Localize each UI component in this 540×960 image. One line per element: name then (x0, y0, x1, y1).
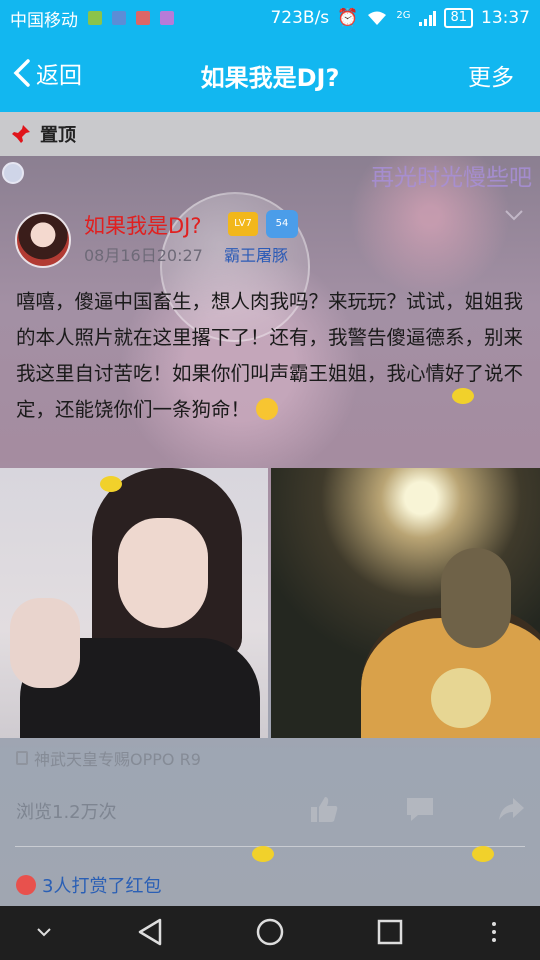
photo-subject (441, 548, 511, 648)
system-navigation-bar (0, 906, 540, 960)
battery-level: 81 (444, 8, 473, 28)
reward-text: 3人打赏了红包 (42, 876, 162, 897)
network-speed: 723B/s (270, 8, 330, 28)
back-button[interactable]: 返回 (12, 56, 82, 90)
network-type: 2G (396, 10, 411, 21)
post-photo[interactable] (0, 468, 268, 738)
photo-subject (10, 598, 80, 688)
chevron-down-icon[interactable] (504, 208, 524, 222)
alarm-icon: ⏰ (337, 8, 359, 28)
share-icon[interactable] (496, 794, 526, 824)
clock-icon (2, 162, 24, 184)
decorative-fruit (252, 846, 274, 862)
nav-home-icon[interactable] (255, 917, 285, 947)
like-icon[interactable] (308, 794, 340, 824)
pinned-label: 置顶 (40, 125, 76, 146)
app-header: 返回 如果我是DJ? 更多 (0, 36, 540, 112)
clock-time: 13:37 (481, 8, 530, 28)
app-notification-icon (136, 11, 150, 25)
back-label: 返回 (36, 63, 82, 89)
author-avatar[interactable] (15, 212, 71, 268)
wifi-icon (368, 11, 387, 25)
nav-recent-icon[interactable] (376, 917, 404, 947)
comment-icon[interactable] (404, 794, 436, 824)
photo-subject (118, 518, 208, 628)
post-photo[interactable] (271, 468, 540, 738)
post-date: 08月16日20:27 (84, 246, 203, 265)
post-content: 再光时光慢些吧 如果我是DJ? LV7 54 08月16日20:27 霸王屠豚 … (0, 156, 540, 906)
author-group-link[interactable]: 霸王屠豚 (224, 242, 288, 266)
rank-badge: 54 (266, 210, 298, 238)
more-button[interactable]: 更多 (468, 58, 514, 92)
nav-menu-icon[interactable] (34, 924, 54, 940)
app-notification-icon (112, 11, 126, 25)
pinned-bar[interactable]: 置顶 (0, 112, 540, 156)
back-chevron-icon (13, 59, 30, 87)
phone-icon (16, 751, 28, 765)
app-notification-icon (160, 11, 174, 25)
pin-icon (12, 125, 30, 143)
status-bar: 中国移动 723B/s ⏰ 2G 81 13:37 (0, 0, 540, 36)
carrier-name: 中国移动 (10, 10, 78, 31)
decorative-fruit (452, 388, 474, 404)
level-badge: LV7 (228, 212, 258, 236)
device-info: 神武天皇专赐OPPO R9 (16, 746, 201, 770)
post-body: 嘻嘻，傻逼中国畜生，想人肉我吗？来玩玩？试试，姐姐我的本人照片就在这里撂下了！还… (16, 284, 524, 428)
nav-back-icon[interactable] (136, 917, 164, 947)
nav-overflow-icon[interactable] (488, 921, 500, 943)
view-count: 浏览1.2万次 (16, 802, 117, 823)
signal-icon (419, 11, 437, 26)
author-name[interactable]: 如果我是DJ? (84, 210, 202, 240)
decorative-fruit (472, 846, 494, 862)
red-packet-icon (16, 875, 36, 895)
decorative-fruit (100, 476, 122, 492)
photo-subject (431, 668, 491, 728)
background-watermark: 再光时光慢些吧 (371, 165, 532, 191)
reward-summary[interactable]: 3人打赏了红包 (16, 872, 161, 898)
device-label: 神武天皇专赐OPPO R9 (34, 750, 201, 769)
app-notification-icon (88, 11, 102, 25)
sly-face-emoji-icon (256, 398, 279, 420)
